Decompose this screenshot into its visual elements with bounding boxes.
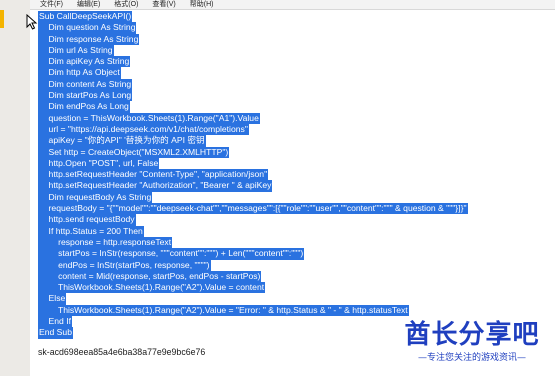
code-line-text: End If — [38, 316, 73, 328]
code-line-text: startPos = InStr(response, """content"":… — [38, 248, 305, 260]
code-line: http.send requestBody — [38, 214, 468, 226]
code-line: http.Open "POST", url, False — [38, 157, 468, 170]
code-line: requestBody = "{""model"":""deepseek-cha… — [38, 203, 468, 215]
code-line: response = http.responseText — [38, 236, 468, 249]
code-line: endPos = InStr(startPos, response, """") — [38, 259, 468, 271]
menu-help[interactable]: 帮助(H) — [190, 0, 214, 10]
menu-format[interactable]: 格式(O) — [114, 0, 138, 10]
code-line: apiKey = "你的API" '替换为你的 API 密钥 — [38, 135, 468, 147]
code-line-text: End Sub — [38, 327, 73, 339]
code-line: Dim question As String — [38, 22, 468, 34]
code-line: Dim response As String — [38, 33, 468, 45]
code-line-text: If http.Status = 200 Then — [38, 225, 144, 237]
code-line: Dim content As String — [38, 78, 468, 91]
code-line-text: Dim requestBody As String — [38, 191, 153, 204]
left-gutter — [0, 0, 30, 376]
menu-file[interactable]: 文件(F) — [40, 0, 63, 10]
code-line-text: Sub CallDeepSeekAPI() — [38, 11, 133, 23]
code-line: Dim startPos As Long — [38, 90, 468, 102]
code-line-text: Set http = CreateObject("MSXML2.XMLHTTP"… — [38, 146, 230, 158]
code-line-text: Dim endPos As Long — [38, 101, 130, 113]
code-line-text: Dim http As Object — [38, 67, 121, 79]
watermark-tagline: —专注您关注的游戏资讯— — [417, 353, 526, 363]
watermark-title: 酋长分享吧 — [404, 320, 540, 350]
menu-view[interactable]: 查看(V) — [152, 0, 175, 10]
code-line: Dim http As Object — [38, 67, 468, 79]
code-line-text: Dim question As String — [38, 22, 137, 34]
code-line: Dim apiKey As String — [38, 56, 468, 68]
code-line-text: Dim startPos As Long — [38, 90, 133, 102]
code-line-text: Else — [38, 293, 67, 305]
code-line: Set http = CreateObject("MSXML2.XMLHTTP"… — [38, 146, 468, 158]
code-line-text: content = Mid(response, startPos, endPos… — [38, 270, 262, 283]
code-line-text: http.send requestBody — [38, 214, 136, 226]
code-line-text: ThisWorkbook.Sheets(1).Range("A2").Value… — [38, 304, 409, 317]
code-line-text: http.Open "POST", url, False — [38, 157, 160, 170]
code-line: http.setRequestHeader "Content-Type", "a… — [38, 169, 468, 181]
code-line-text: http.setRequestHeader "Content-Type", "a… — [38, 169, 269, 181]
code-line-text: apiKey = "你的API" '替换为你的 API 密钥 — [38, 135, 206, 147]
code-line: content = Mid(response, startPos, endPos… — [38, 270, 468, 283]
code-line: question = ThisWorkbook.Sheets(1).Range(… — [38, 112, 468, 124]
menu-bar: 文件(F) 编辑(E) 格式(O) 查看(V) 帮助(H) — [30, 0, 555, 10]
code-line: Dim endPos As Long — [38, 101, 468, 113]
code-line-text: question = ThisWorkbook.Sheets(1).Range(… — [38, 112, 260, 124]
code-line-text: Dim apiKey As String — [38, 56, 131, 68]
code-line: http.setRequestHeader "Authorization", "… — [38, 180, 468, 192]
code-line: If http.Status = 200 Then — [38, 225, 468, 237]
code-line-text: http.setRequestHeader "Authorization", "… — [38, 180, 273, 192]
code-line-text: Dim content As String — [38, 78, 133, 91]
code-line: url = "https://api.deepseek.com/v1/chat/… — [38, 123, 468, 136]
code-line: ThisWorkbook.Sheets(1).Range("A2").Value… — [38, 304, 468, 317]
selection-marker — [0, 10, 4, 28]
code-line: Else — [38, 293, 468, 305]
code-line-text: Dim response As String — [38, 33, 140, 45]
mouse-cursor-icon — [26, 14, 38, 30]
code-editor[interactable]: Sub CallDeepSeekAPI() Dim question As St… — [38, 11, 468, 339]
code-line: ThisWorkbook.Sheets(1).Range("A2").Value… — [38, 282, 468, 294]
api-key-text[interactable]: sk-acd698eea85a4e6ba38a77e9e9bc6e76 — [38, 347, 205, 357]
code-line-text: requestBody = "{""model"":""deepseek-cha… — [38, 203, 468, 215]
menu-edit[interactable]: 编辑(E) — [77, 0, 100, 10]
code-line-text: url = "https://api.deepseek.com/v1/chat/… — [38, 123, 249, 136]
code-line: startPos = InStr(response, """content"":… — [38, 248, 468, 260]
code-line-text: endPos = InStr(startPos, response, """") — [38, 259, 211, 271]
code-line-text: response = http.responseText — [38, 236, 173, 249]
code-line-text: Dim url As String — [38, 44, 114, 57]
code-line-text: ThisWorkbook.Sheets(1).Range("A2").Value… — [38, 282, 266, 294]
code-line: Sub CallDeepSeekAPI() — [38, 11, 468, 23]
code-line: Dim requestBody As String — [38, 191, 468, 204]
code-line: Dim url As String — [38, 44, 468, 57]
watermark-logo: 酋长分享吧 —专注您关注的游戏资讯— — [397, 318, 547, 374]
